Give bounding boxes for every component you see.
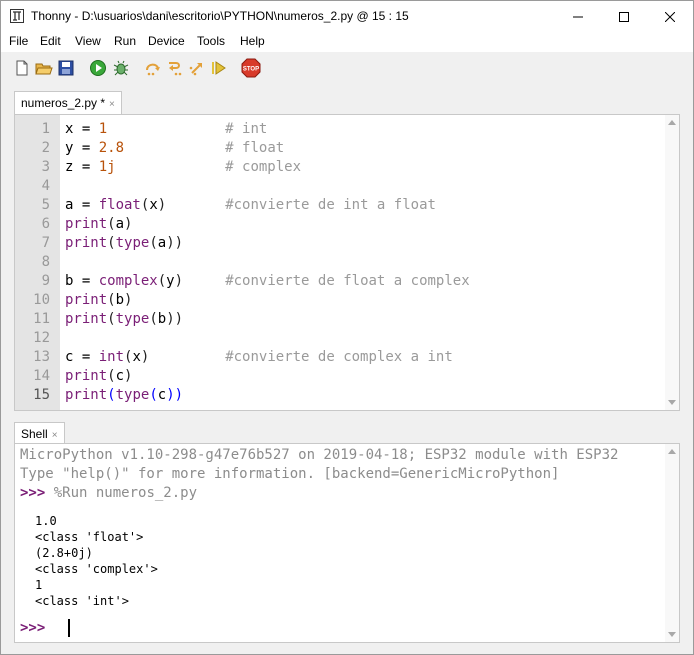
maximize-button[interactable] [601,1,647,32]
code-line[interactable]: c = int(x) #convierte de complex a int [65,349,453,365]
menu-help[interactable]: Help [240,34,265,48]
line-number: 4 [41,178,50,194]
close-button[interactable] [647,1,693,32]
resume-icon[interactable] [210,59,228,77]
menu-view[interactable]: View [75,34,101,48]
code-line[interactable]: z = 1j # complex [65,159,301,175]
menu-tools[interactable]: Tools [197,34,225,48]
scroll-up-icon[interactable] [668,120,676,125]
line-number: 13 [33,349,50,365]
code-line[interactable]: print(type(b)) [65,311,183,327]
menu-device[interactable]: Device [148,34,185,48]
thonny-window: Thonny - D:\usuarios\dani\escritorio\PYT… [0,0,694,655]
code-line[interactable]: y = 2.8 # float [65,140,284,156]
code-line[interactable]: a = float(x) #convierte de int a float [65,197,436,213]
shell-scrollbar[interactable] [665,444,679,642]
run-icon[interactable] [89,59,107,77]
shell-tab-label: Shell [21,427,48,441]
line-number: 12 [33,330,50,346]
tab-numeros-2[interactable]: numeros_2.py * × [14,91,122,115]
shell-run-command: %Run numeros_2.py [45,485,198,501]
editor-tab-label: numeros_2.py * [21,96,106,110]
shell-output-line: (2.8+0j) [35,546,93,560]
shell-run-line: >>> %Run numeros_2.py [20,485,197,501]
minimize-button[interactable] [555,1,601,32]
shell-banner-line-1: MicroPython v1.10-298-g47e76b527 on 2019… [20,447,619,463]
code-line[interactable]: print(type(c)) [65,387,183,403]
shell-output-line: <class 'complex'> [35,562,158,576]
thonny-app-icon [10,9,24,23]
menu-run[interactable]: Run [114,34,136,48]
menu-bar: File Edit View Run Device Tools Help [1,32,693,52]
code-line[interactable]: print(a) [65,216,132,232]
shell-output-line: <class 'float'> [35,530,144,544]
close-icon [665,11,675,22]
shell-tab-close-icon[interactable]: × [52,430,58,441]
code-line[interactable]: print(b) [65,292,132,308]
stop-icon[interactable]: STOP [241,58,261,78]
minimize-icon [573,16,583,17]
text-cursor [68,619,70,637]
line-number-gutter: 1 2 3 4 5 6 7 8 9 10 11 12 13 14 15 [15,115,60,410]
line-number: 1 [41,121,50,137]
new-file-icon[interactable] [13,59,31,77]
shell-final-prompt: >>> [20,620,46,636]
step-over-icon[interactable] [144,59,162,77]
menu-edit[interactable]: Edit [40,34,61,48]
stop-icon-label: STOP [243,67,259,73]
line-number: 5 [41,197,50,213]
code-editor[interactable]: 1 2 3 4 5 6 7 8 9 10 11 12 13 14 15 x = 1 # int y = 2.8… [14,114,680,411]
save-file-icon[interactable] [57,59,75,77]
maximize-icon [619,11,629,22]
line-number: 8 [41,254,50,270]
tab-shell[interactable]: Shell × [14,422,65,444]
line-number: 14 [33,368,50,384]
menu-file[interactable]: File [9,34,28,48]
shell-console[interactable]: MicroPython v1.10-298-g47e76b527 on 2019… [14,443,680,643]
line-number: 3 [41,159,50,175]
scroll-down-icon[interactable] [668,400,676,405]
line-number: 9 [41,273,50,289]
debug-icon[interactable] [112,59,130,77]
shell-scroll-up-icon[interactable] [668,449,676,454]
line-number: 6 [41,216,50,232]
shell-scroll-down-icon[interactable] [668,632,676,637]
code-line[interactable]: print(c) [65,368,132,384]
code-line[interactable]: b = complex(y) #convierte de float a com… [65,273,470,289]
editor-scrollbar[interactable] [665,115,679,410]
window-title: Thonny - D:\usuarios\dani\escritorio\PYT… [31,9,409,23]
step-into-icon[interactable] [166,59,184,77]
code-line[interactable]: x = 1 # int [65,121,267,137]
open-file-icon[interactable] [35,59,53,77]
step-out-icon[interactable] [188,59,206,77]
shell-banner-line-2: Type "help()" for more information. [bac… [20,466,560,482]
shell-output-line: <class 'int'> [35,594,129,608]
line-number: 10 [33,292,50,308]
toolbar: STOP [1,53,693,83]
line-number: 11 [33,311,50,327]
line-number: 7 [41,235,50,251]
shell-output-line: 1.0 [35,514,57,528]
shell-output-line: 1 [35,578,43,592]
shell-prompt: >>> [20,485,46,501]
code-line[interactable]: print(type(a)) [65,235,183,251]
line-number: 2 [41,140,50,156]
tab-close-icon[interactable]: × [109,99,115,110]
line-number: 15 [33,387,50,403]
title-bar: Thonny - D:\usuarios\dani\escritorio\PYT… [1,1,693,32]
shell-input-line[interactable]: >>> [20,620,45,636]
